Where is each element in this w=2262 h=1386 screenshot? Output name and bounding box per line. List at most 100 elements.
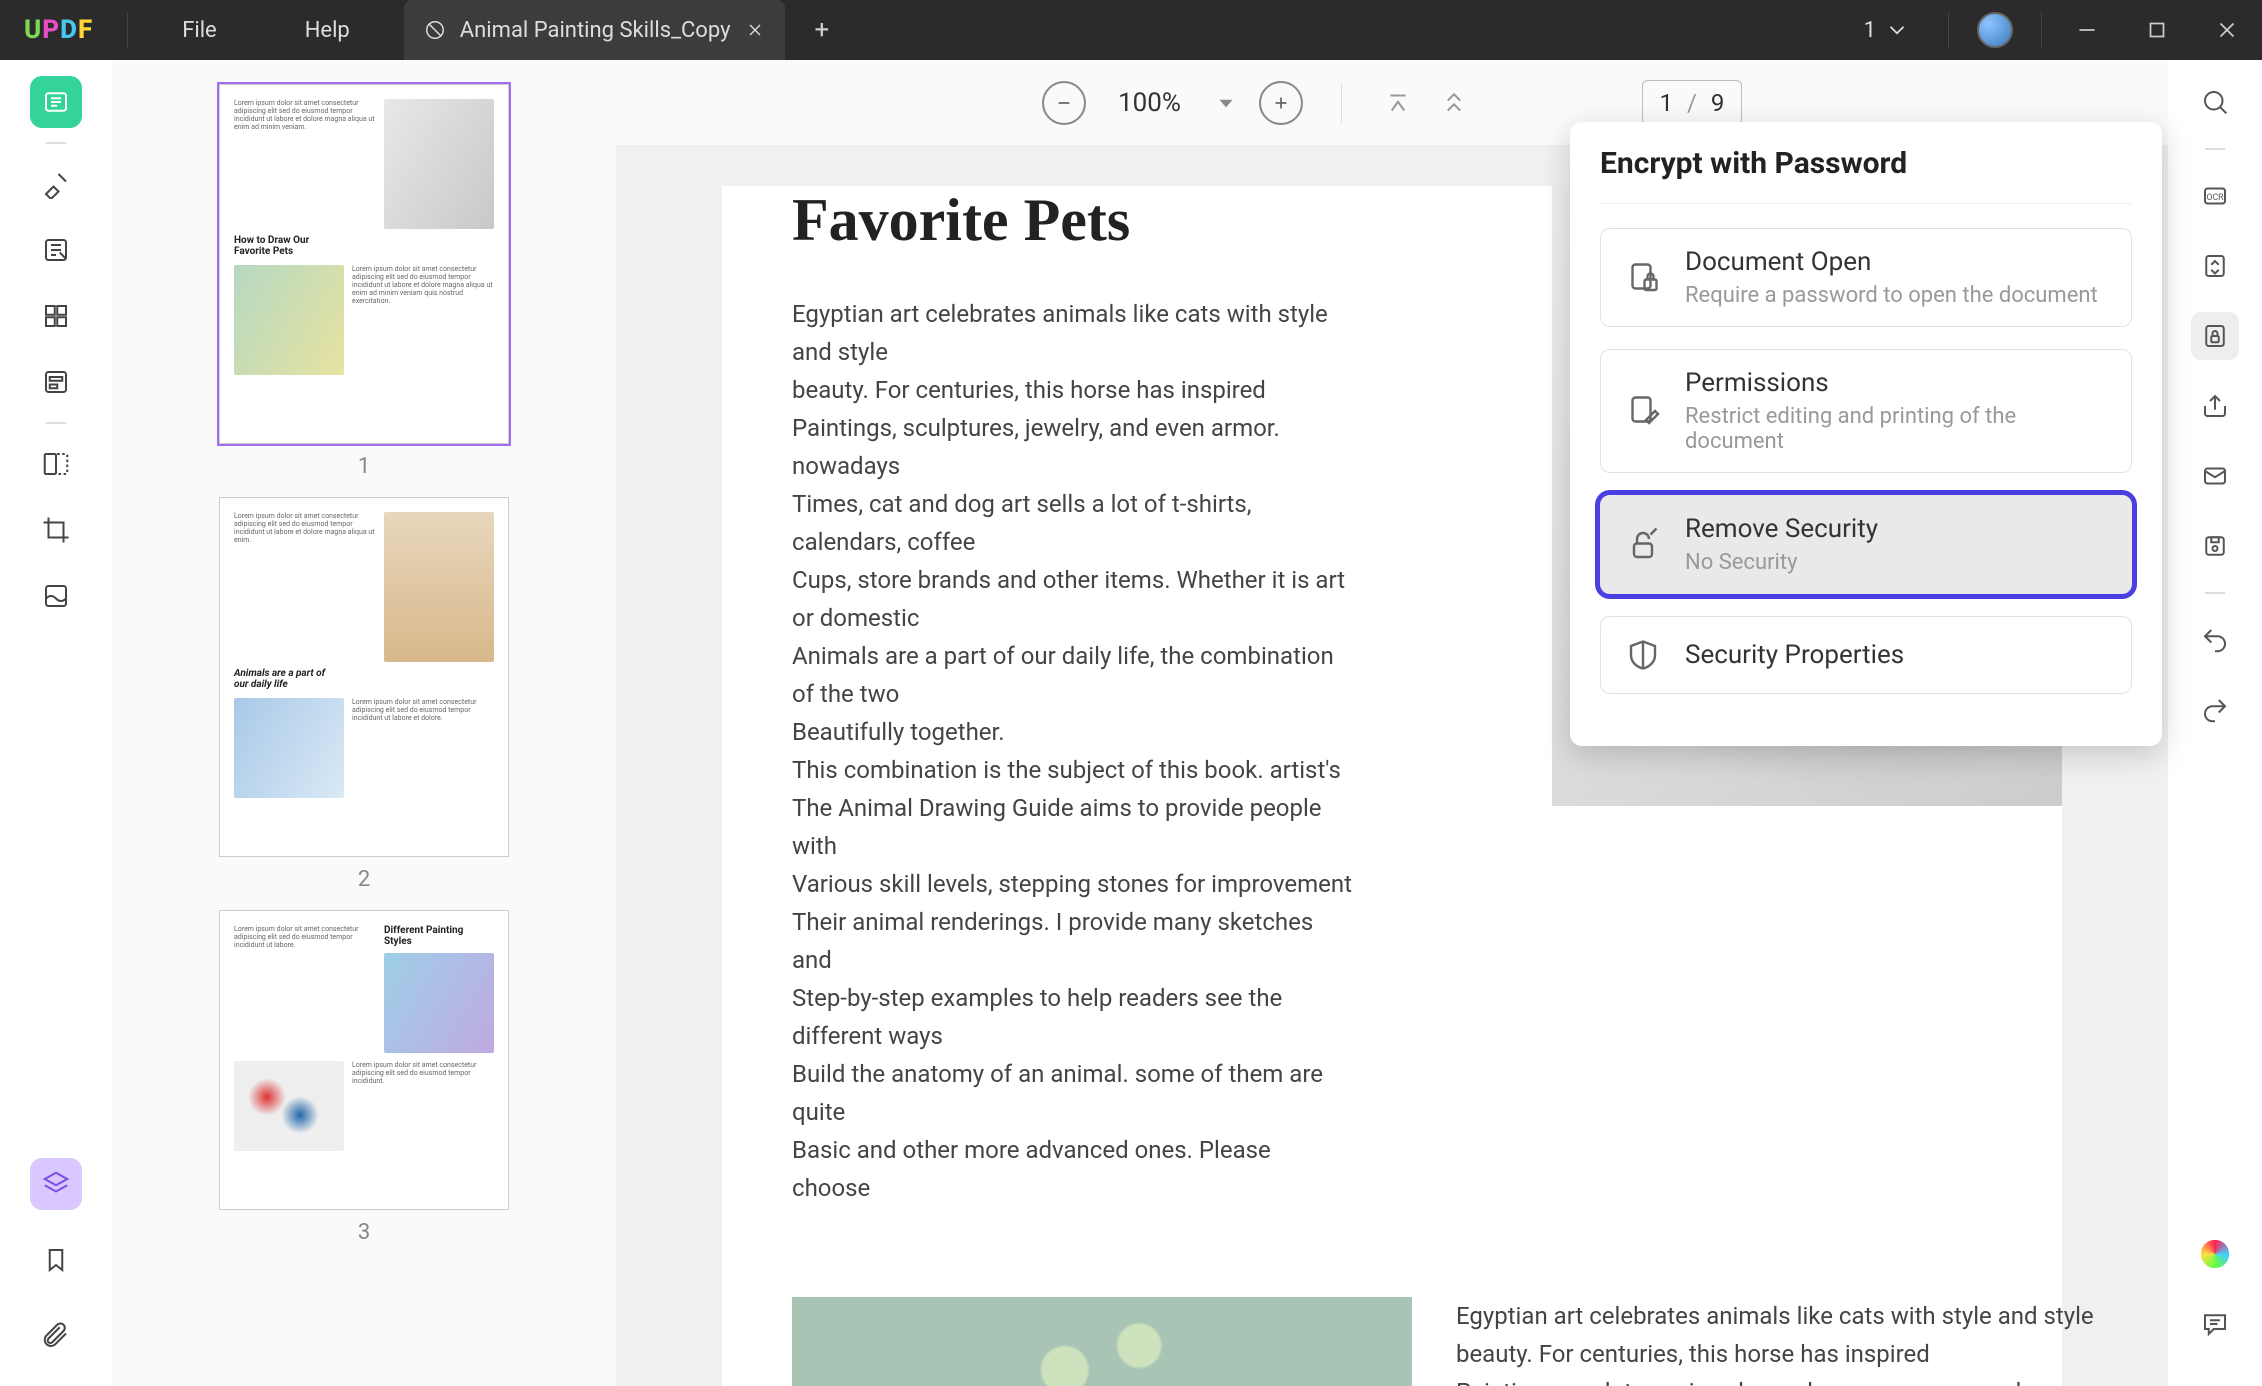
user-avatar[interactable]	[1977, 12, 2013, 48]
menu-file[interactable]: File	[138, 0, 261, 60]
titlebar-right: 1	[1836, 0, 2262, 60]
security-option-remove-security[interactable]: Remove Security No Security	[1600, 495, 2132, 594]
doc-line: Beautifully together.	[792, 713, 1352, 751]
flower-icon	[2197, 1236, 2233, 1272]
option-desc: No Security	[1685, 550, 1878, 575]
doc-line: Various skill levels, stepping stones fo…	[792, 865, 1352, 903]
thumb-heading: Favorite Pets	[234, 246, 494, 257]
doc-line: Egyptian art celebrates animals like cat…	[1456, 1297, 2026, 1335]
window-minimize-button[interactable]	[2052, 0, 2122, 60]
divider	[1341, 83, 1342, 123]
undo-button[interactable]	[2191, 616, 2239, 664]
doc-line: Times, cat and dog art sells a lot of t-…	[792, 485, 1352, 561]
layers-button[interactable]	[30, 1158, 82, 1210]
ocr-button[interactable]: OCR	[2191, 172, 2239, 220]
doc-line: Their animal renderings. I provide many …	[792, 903, 1352, 979]
logo-letter: P	[42, 15, 60, 45]
doc-line: Basic and other more advanced ones. Plea…	[792, 1131, 1352, 1207]
workspace: Lorem ipsum dolor sit amet consectetur a…	[0, 60, 2262, 1386]
right-tool-rail: OCR	[2168, 60, 2262, 1386]
attachment-button[interactable]	[30, 1310, 82, 1362]
option-desc: Require a password to open the document	[1685, 283, 2098, 308]
redo-button[interactable]	[2191, 686, 2239, 734]
new-tab-button[interactable]: +	[785, 15, 860, 45]
doc-line: This combination is the subject of this …	[792, 751, 1352, 789]
logo-letter: U	[24, 15, 42, 45]
divider	[2205, 592, 2225, 594]
logo-letter: D	[60, 15, 78, 45]
divider	[127, 12, 128, 48]
tab-close-button[interactable]	[745, 20, 765, 40]
page-separator: /	[1687, 89, 1697, 117]
security-option-document-open[interactable]: Document Open Require a password to open…	[1600, 228, 2132, 327]
thumbnail-number: 3	[219, 1220, 509, 1245]
doc-line: Egyptian art celebrates animals like cat…	[792, 295, 1352, 371]
security-option-permissions[interactable]: Permissions Restrict editing and printin…	[1600, 349, 2132, 473]
page-indicator[interactable]: 1 / 9	[1642, 80, 1742, 126]
titlebar: U P D F File Help Animal Painting Skills…	[0, 0, 2262, 60]
compare-tool-button[interactable]	[30, 438, 82, 490]
doc-line: Paintings, sculptures, jewelry, and even…	[1456, 1373, 2026, 1386]
divider	[2205, 148, 2225, 150]
search-button[interactable]	[2191, 78, 2239, 126]
doc-line: beauty. For centuries, this horse has in…	[792, 371, 1352, 409]
no-preview-icon	[424, 19, 446, 41]
option-label: Security Properties	[1685, 640, 1904, 670]
tab-title: Animal Painting Skills_Copy	[460, 18, 731, 43]
thumbnail-item[interactable]: Lorem ipsum dolor sit amet consectetur a…	[219, 497, 509, 892]
form-tool-button[interactable]	[30, 356, 82, 408]
document-pen-icon	[1623, 391, 1663, 431]
doc-line: beauty. For centuries, this horse has in…	[1456, 1335, 2026, 1373]
share-button[interactable]	[2191, 382, 2239, 430]
document-lock-icon	[1623, 258, 1663, 298]
zoom-out-button[interactable]	[1042, 81, 1086, 125]
thumbnail-item[interactable]: Lorem ipsum dolor sit amet consectetur a…	[219, 910, 509, 1245]
doc-line: Build the anatomy of an animal. some of …	[792, 1055, 1352, 1131]
security-option-properties[interactable]: Security Properties	[1600, 616, 2132, 694]
window-count-dropdown[interactable]: 1	[1836, 17, 1938, 43]
zoom-in-button[interactable]	[1259, 81, 1303, 125]
doc-line: The Animal Drawing Guide aims to provide…	[792, 789, 1352, 865]
unlock-icon	[1623, 525, 1663, 565]
thumbnail-item[interactable]: Lorem ipsum dolor sit amet consectetur a…	[219, 84, 509, 479]
shield-icon	[1623, 635, 1663, 675]
ai-assistant-button[interactable]	[2191, 1230, 2239, 1278]
zoom-dropdown[interactable]	[1213, 90, 1239, 116]
convert-button[interactable]	[2191, 242, 2239, 290]
protect-button[interactable]	[2191, 312, 2239, 360]
edit-text-button[interactable]	[30, 224, 82, 276]
thumbnail-preview: Lorem ipsum dolor sit amet consectetur a…	[219, 910, 509, 1210]
crop-tool-button[interactable]	[30, 504, 82, 556]
first-page-button[interactable]	[1380, 85, 1416, 121]
page-organize-button[interactable]	[30, 290, 82, 342]
encrypt-panel: Encrypt with Password Document Open Requ…	[1570, 122, 2162, 746]
option-label: Document Open	[1685, 247, 2098, 277]
document-paragraph-block-2: Egyptian art celebrates animals like cat…	[1456, 1297, 2026, 1386]
highlight-tool-button[interactable]	[30, 158, 82, 210]
email-button[interactable]	[2191, 452, 2239, 500]
logo-letter: F	[78, 15, 93, 45]
menu-help[interactable]: Help	[261, 0, 394, 60]
window-count-value: 1	[1864, 18, 1876, 43]
bookmark-button[interactable]	[30, 1234, 82, 1286]
window-maximize-button[interactable]	[2122, 0, 2192, 60]
doc-line: Cups, store brands and other items. Whet…	[792, 561, 1352, 637]
doc-line: Animals are a part of our daily life, th…	[792, 637, 1352, 713]
thumbnail-panel[interactable]: Lorem ipsum dolor sit amet consectetur a…	[112, 60, 616, 1386]
thumb-heading: Animals are a part of	[234, 668, 494, 679]
image-decor	[916, 1297, 1288, 1386]
comment-panel-button[interactable]	[2191, 1300, 2239, 1348]
page-embroidery-image	[792, 1297, 1412, 1386]
document-tab[interactable]: Animal Painting Skills_Copy	[404, 0, 785, 60]
zoom-level: 100%	[1118, 88, 1181, 118]
save-as-button[interactable]	[2191, 522, 2239, 570]
thumbnail-preview: Lorem ipsum dolor sit amet consectetur a…	[219, 84, 509, 444]
redact-tool-button[interactable]	[30, 570, 82, 622]
divider	[2041, 12, 2042, 48]
window-close-button[interactable]	[2192, 0, 2262, 60]
reader-mode-button[interactable]	[30, 76, 82, 128]
option-label: Remove Security	[1685, 514, 1878, 544]
thumb-heading: How to Draw Our	[234, 235, 494, 246]
prev-page-button[interactable]	[1436, 85, 1472, 121]
svg-text:OCR: OCR	[2206, 193, 2224, 203]
